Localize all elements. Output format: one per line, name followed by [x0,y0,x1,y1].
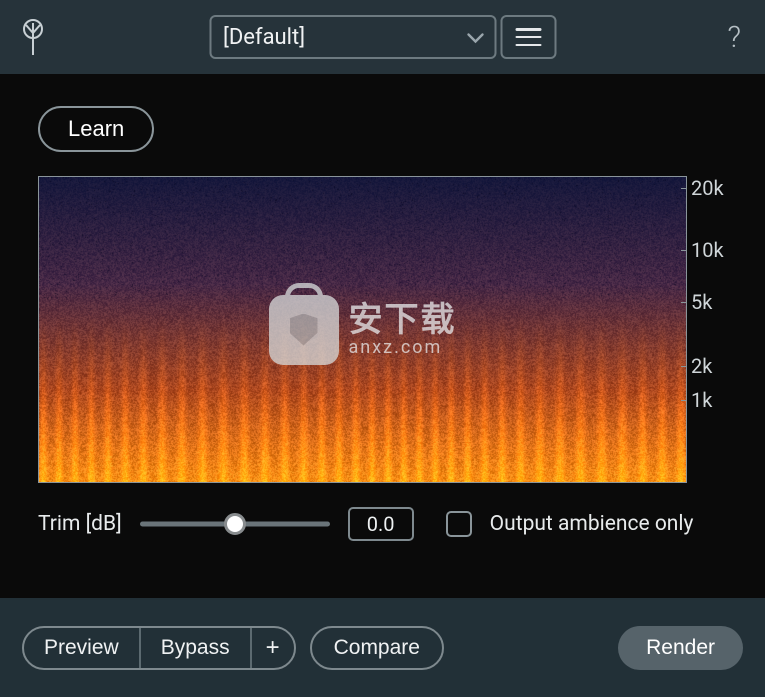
freq-tick: 1k [691,388,712,412]
output-ambience-checkbox[interactable] [446,511,472,537]
preset-menu-button[interactable] [500,15,556,59]
main-panel: Learn 安下载 anxz.com 20k10k5k2k1k Trim [dB… [0,74,765,598]
spectrogram-canvas [38,176,687,483]
preset-dropdown[interactable]: [Default] [209,15,496,59]
frequency-axis: 20k 10k 5k 2k 1k [687,176,735,483]
preset-group: [Default] [209,15,556,59]
trim-value-field[interactable]: 0.0 [348,507,414,541]
learn-button[interactable]: Learn [38,106,154,152]
hamburger-icon [515,28,541,46]
freq-tick: 2k [691,354,712,378]
preset-label: [Default] [223,25,305,50]
output-ambience-label[interactable]: Output ambience only [490,512,694,536]
freq-tick: 20k [691,176,724,200]
compare-button[interactable]: Compare [310,626,444,670]
trim-slider[interactable] [140,512,330,536]
render-button[interactable]: Render [618,626,743,670]
add-button[interactable]: + [250,628,294,668]
controls-row: Trim [dB] 0.0 Output ambience only [38,507,735,541]
spectrogram-area: 安下载 anxz.com 20k10k5k2k1k [38,176,735,483]
help-button[interactable]: ? [721,20,747,55]
chevron-down-icon [466,25,484,50]
app-logo-icon [18,19,48,55]
freq-tick: 5k [691,290,712,314]
footer-bar: Preview Bypass + Compare Render [0,598,765,697]
bypass-button[interactable]: Bypass [139,628,250,668]
trim-label: Trim [dB] [38,512,122,536]
transport-group: Preview Bypass + [22,626,296,670]
preview-button[interactable]: Preview [24,628,139,668]
header-bar: [Default] ? [0,0,765,74]
freq-tick: 10k [691,238,724,262]
